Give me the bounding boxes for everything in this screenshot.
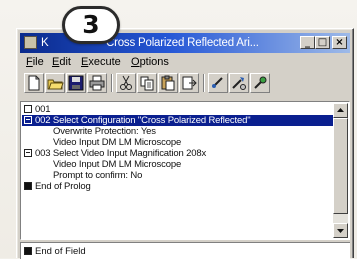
new-document-icon[interactable] <box>24 73 44 93</box>
step-row-text: Video Input DM LM Microscope <box>53 137 182 148</box>
run-tool-icon[interactable] <box>229 73 249 93</box>
step-row[interactable]: 001 <box>22 104 334 115</box>
cut-icon[interactable] <box>116 73 136 93</box>
end-of-field-row[interactable]: End of Field <box>22 246 322 257</box>
open-folder-icon[interactable] <box>45 73 65 93</box>
step-list-rows: 001 002 Select Configuration "Cross Polar… <box>22 103 334 238</box>
step-row[interactable]: Overwrite Protection: Yes <box>22 126 334 137</box>
step-row-selected[interactable]: 002 Select Configuration "Cross Polarize… <box>22 115 334 126</box>
step-row-text: Overwrite Protection: Yes <box>53 126 156 137</box>
step-tool-icon[interactable] <box>208 73 228 93</box>
toolbar-separator <box>111 74 113 92</box>
end-marker-icon <box>24 182 32 190</box>
menu-bar: File Edit Execute Options <box>20 54 350 70</box>
window-title: Cross Polarized Reflected Ari... <box>106 37 259 49</box>
minimize-button[interactable]: _ <box>300 36 315 49</box>
end-marker-icon <box>24 247 32 255</box>
step-box-icon <box>24 105 32 113</box>
menu-options[interactable]: Options <box>131 54 169 70</box>
toolbar-separator <box>203 74 205 92</box>
close-button[interactable]: × <box>332 36 347 49</box>
collapse-icon[interactable] <box>24 149 32 157</box>
app-icon[interactable] <box>24 36 37 49</box>
settings-tool-icon[interactable] <box>250 73 270 93</box>
scroll-down-button[interactable] <box>333 223 348 238</box>
scroll-up-button[interactable] <box>333 103 348 118</box>
title-prefix: K <box>41 37 49 49</box>
toolbar <box>20 71 350 99</box>
step-number-badge: 3 <box>62 6 120 44</box>
menu-edit[interactable]: Edit <box>52 54 71 70</box>
step-row-text: Prompt to confirm: No <box>53 170 143 181</box>
step-row-text: 002 Select Configuration "Cross Polarize… <box>35 115 251 126</box>
step-list[interactable]: 001 002 Select Configuration "Cross Polar… <box>20 101 350 240</box>
step-row[interactable]: Video Input DM LM Microscope <box>22 137 334 148</box>
menu-file[interactable]: File <box>26 54 44 70</box>
step-row-text: 003 Select Video Input Magnification 208… <box>35 148 207 159</box>
step-row[interactable]: Video Input DM LM Microscope <box>22 159 334 170</box>
step-row[interactable]: 003 Select Video Input Magnification 208… <box>22 148 334 159</box>
menu-execute[interactable]: Execute <box>81 54 121 70</box>
paste-icon[interactable] <box>158 73 178 93</box>
save-disk-icon[interactable] <box>66 73 86 93</box>
vertical-scrollbar[interactable] <box>333 103 348 238</box>
scrollbar-thumb[interactable] <box>333 118 348 214</box>
copy-icon[interactable] <box>137 73 157 93</box>
footer-list: End of Field <box>20 242 350 259</box>
collapse-icon[interactable] <box>24 116 32 124</box>
maximize-button[interactable]: □ <box>315 36 330 49</box>
insert-step-icon[interactable] <box>179 73 199 93</box>
step-row-text: End of Prolog <box>35 181 91 192</box>
step-row-text: 001 <box>35 104 51 115</box>
step-row[interactable]: Prompt to confirm: No <box>22 170 334 181</box>
print-icon[interactable] <box>87 73 107 93</box>
footer-text: End of Field <box>35 246 86 257</box>
step-row[interactable]: End of Prolog <box>22 181 334 192</box>
step-row-text: Video Input DM LM Microscope <box>53 159 182 170</box>
application-window: K Cross Polarized Reflected Ari... _ □ ×… <box>16 28 354 259</box>
